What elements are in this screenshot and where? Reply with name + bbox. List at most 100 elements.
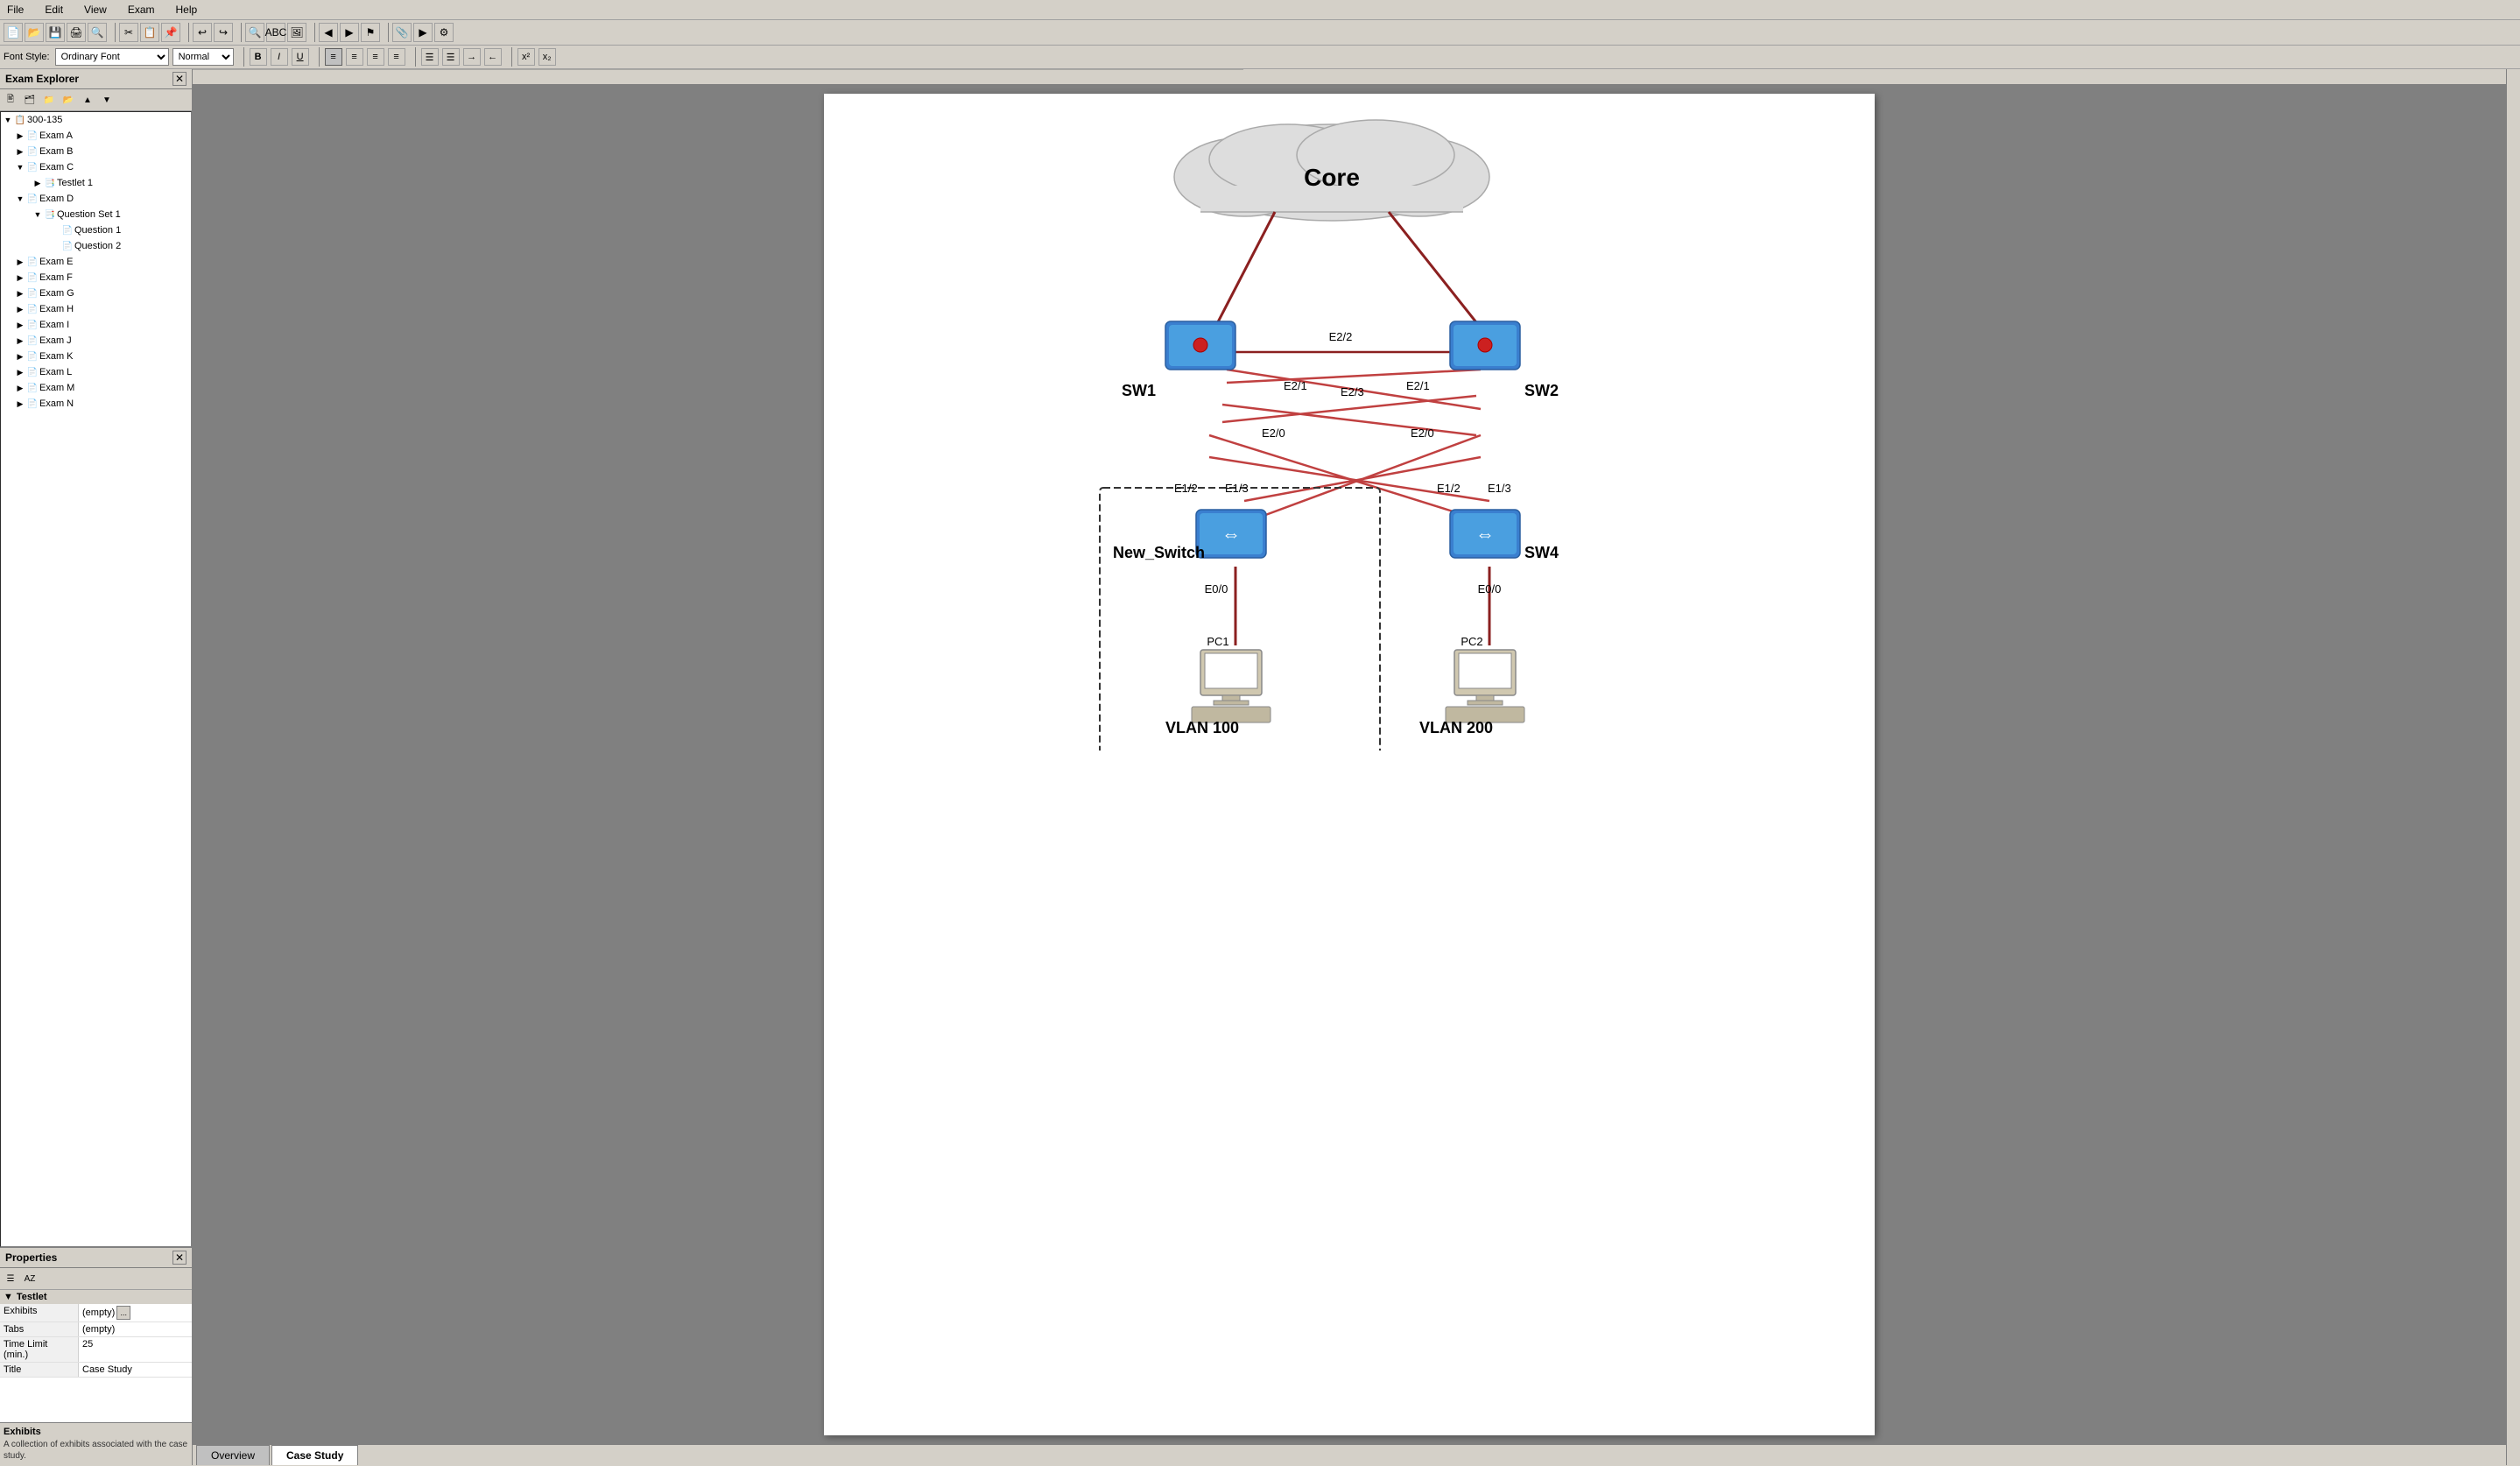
flag-button[interactable]: ⚑ — [361, 23, 380, 42]
properties-title: Properties — [5, 1251, 57, 1264]
exam-h-expand[interactable]: ▶ — [15, 304, 25, 314]
explorer-btn-3[interactable]: 📁 — [40, 91, 58, 109]
exam-j-expand[interactable]: ▶ — [15, 335, 25, 346]
tree-exam-g[interactable]: ▶ 📄 Exam G — [1, 285, 191, 301]
open-button[interactable]: 📂 — [25, 23, 44, 42]
explorer-btn-down[interactable]: ▼ — [98, 91, 116, 109]
tb-btn-6[interactable]: ▶ — [340, 23, 359, 42]
props-btn-2[interactable]: AZ — [21, 1270, 39, 1287]
props-btn-1[interactable]: ☰ — [2, 1270, 19, 1287]
exam-b-expand[interactable]: ▶ — [15, 146, 25, 157]
tree-root[interactable]: ▼ 📋 300-135 — [1, 112, 191, 128]
tree-exam-h[interactable]: ▶ 📄 Exam H — [1, 301, 191, 317]
italic-button[interactable]: I — [271, 48, 288, 66]
tab-overview[interactable]: Overview — [196, 1445, 270, 1465]
explorer-btn-1[interactable]: 🖹 — [2, 91, 19, 109]
tree-exam-i[interactable]: ▶ 📄 Exam I — [1, 317, 191, 333]
menu-exam[interactable]: Exam — [124, 2, 158, 18]
tb-btn-5[interactable]: ◀ — [319, 23, 338, 42]
tab-case-study[interactable]: Case Study — [271, 1445, 358, 1465]
explorer-btn-up[interactable]: ▲ — [79, 91, 96, 109]
redo-button[interactable]: ↪ — [214, 23, 233, 42]
qs1-icon: 📑 — [43, 208, 57, 222]
menu-view[interactable]: View — [81, 2, 110, 18]
tree-exam-b[interactable]: ▶ 📄 Exam B — [1, 144, 191, 159]
exam-e-expand[interactable]: ▶ — [15, 257, 25, 267]
exam-i-expand[interactable]: ▶ — [15, 320, 25, 330]
media-button[interactable]: ▶ — [413, 23, 433, 42]
tree-exam-j[interactable]: ▶ 📄 Exam J — [1, 333, 191, 349]
exam-explorer-close[interactable]: ✕ — [172, 72, 187, 86]
tree-exam-e[interactable]: ▶ 📄 Exam E — [1, 254, 191, 270]
exam-a-expand[interactable]: ▶ — [15, 130, 25, 141]
explorer-btn-4[interactable]: 📂 — [60, 91, 77, 109]
vertical-scrollbar[interactable] — [2506, 69, 2520, 1465]
align-center-button[interactable]: ≡ — [346, 48, 363, 66]
exam-f-expand[interactable]: ▶ — [15, 272, 25, 283]
font-name-select[interactable]: Ordinary Font — [55, 48, 169, 66]
tree-exam-k[interactable]: ▶ 📄 Exam K — [1, 349, 191, 364]
print-button[interactable]: 🖨 — [67, 23, 86, 42]
align-right-button[interactable]: ≡ — [367, 48, 384, 66]
align-left-button[interactable]: ≡ — [325, 48, 342, 66]
exam-n-expand[interactable]: ▶ — [15, 398, 25, 409]
tree-exam-a[interactable]: ▶ 📄 Exam A — [1, 128, 191, 144]
menu-help[interactable]: Help — [172, 2, 201, 18]
testlet-1-expand[interactable]: ▶ — [32, 178, 43, 188]
port-sw1-e21-label: E2/1 — [1284, 379, 1307, 392]
image-button[interactable]: 🖼 — [287, 23, 306, 42]
superscript-button[interactable]: x² — [517, 48, 535, 66]
exam-m-expand[interactable]: ▶ — [15, 383, 25, 393]
tree-exam-l[interactable]: ▶ 📄 Exam L — [1, 364, 191, 380]
tree-exam-d[interactable]: ▼ 📄 Exam D — [1, 191, 191, 207]
tree-exam-n[interactable]: ▶ 📄 Exam N — [1, 396, 191, 412]
tree-testlet-1[interactable]: ▶ 📑 Testlet 1 — [1, 175, 191, 191]
tree-question-1[interactable]: ▶ 📄 Question 1 — [1, 222, 191, 238]
tree-question-2[interactable]: ▶ 📄 Question 2 — [1, 238, 191, 254]
document-area[interactable]: Core — [193, 85, 2506, 1444]
props-key-title: Title — [0, 1363, 79, 1377]
vlan100-label: VLAN 100 — [1165, 719, 1239, 737]
tree-exam-c[interactable]: ▼ 📄 Exam C — [1, 159, 191, 175]
undo-button[interactable]: ↩ — [193, 23, 212, 42]
document-page: Core — [824, 94, 1875, 1435]
underline-button[interactable]: U — [292, 48, 309, 66]
attach-button[interactable]: 📎 — [392, 23, 412, 42]
menu-file[interactable]: File — [4, 2, 27, 18]
indent-button[interactable]: → — [463, 48, 481, 66]
unordered-list-button[interactable]: ☰ — [442, 48, 460, 66]
spell-button[interactable]: ABC — [266, 23, 285, 42]
find-button[interactable]: 🔍 — [245, 23, 264, 42]
tree-exam-m[interactable]: ▶ 📄 Exam M — [1, 380, 191, 396]
copy-button[interactable]: 📋 — [140, 23, 159, 42]
props-val-exhibits: (empty) ... — [79, 1304, 192, 1322]
ordered-list-button[interactable]: ☰ — [421, 48, 439, 66]
properties-close[interactable]: ✕ — [172, 1251, 187, 1265]
exam-tree[interactable]: ▼ 📋 300-135 ▶ 📄 Exam A ▶ 📄 Exam B ▼ 📄 Ex… — [0, 111, 192, 1247]
new-button[interactable]: 📄 — [4, 23, 23, 42]
exam-d-expand[interactable]: ▼ — [15, 194, 25, 204]
tree-question-set-1[interactable]: ▼ 📑 Question Set 1 — [1, 207, 191, 222]
tree-exam-f[interactable]: ▶ 📄 Exam F — [1, 270, 191, 285]
exam-c-expand[interactable]: ▼ — [15, 162, 25, 173]
explorer-btn-2[interactable]: 🗂 — [21, 91, 39, 109]
cut-button[interactable]: ✂ — [119, 23, 138, 42]
props-exhibits-button[interactable]: ... — [116, 1306, 130, 1320]
qs1-expand[interactable]: ▼ — [32, 209, 43, 220]
outdent-button[interactable]: ← — [484, 48, 502, 66]
exam-l-expand[interactable]: ▶ — [15, 367, 25, 377]
paste-button[interactable]: 📌 — [161, 23, 180, 42]
align-justify-button[interactable]: ≡ — [388, 48, 405, 66]
exam-g-expand[interactable]: ▶ — [15, 288, 25, 299]
bold-button[interactable]: B — [250, 48, 267, 66]
preview-button[interactable]: 🔍 — [88, 23, 107, 42]
sw2-icon: ⇔ — [1450, 321, 1520, 370]
extra-button[interactable]: ⚙ — [434, 23, 454, 42]
save-button[interactable]: 💾 — [46, 23, 65, 42]
props-section-testlet[interactable]: ▼ Testlet — [0, 1290, 192, 1304]
menu-edit[interactable]: Edit — [41, 2, 67, 18]
subscript-button[interactable]: x₂ — [538, 48, 556, 66]
font-size-select[interactable]: Normal — [172, 48, 234, 66]
exam-k-expand[interactable]: ▶ — [15, 351, 25, 362]
root-expand-icon[interactable]: ▼ — [3, 115, 13, 125]
